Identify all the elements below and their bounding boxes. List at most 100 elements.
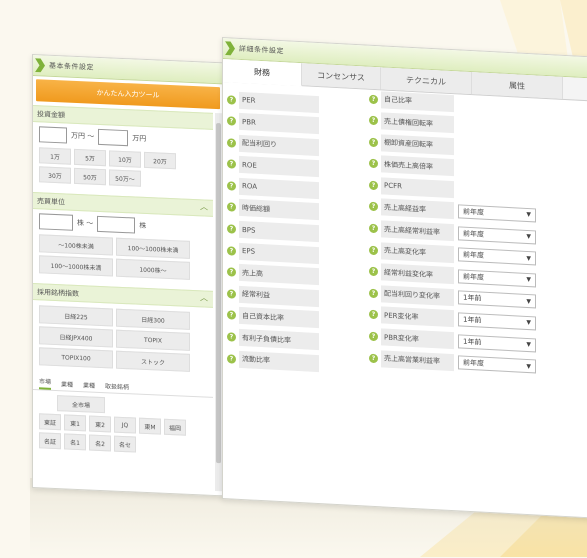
market-chip[interactable]: 東証 <box>39 413 61 431</box>
tab-handled[interactable]: 取扱銘柄 <box>105 381 129 393</box>
help-icon[interactable]: ? <box>369 245 378 255</box>
help-icon[interactable]: ? <box>227 159 236 170</box>
condition-label[interactable]: 配当利回り <box>239 134 319 156</box>
period-select[interactable]: 前年度 ▼ <box>458 225 536 245</box>
condition-label[interactable]: 時価総額 <box>239 199 319 221</box>
period-select[interactable]: 1年前 ▼ <box>458 312 536 331</box>
help-icon[interactable]: ? <box>227 202 236 213</box>
help-icon[interactable]: ? <box>369 353 378 363</box>
condition-item[interactable]: ? 売上高 <box>227 263 319 286</box>
condition-label[interactable]: 株価売上高倍率 <box>381 155 454 177</box>
help-icon[interactable]: ? <box>227 181 236 191</box>
period-select[interactable]: 1年前 ▼ <box>458 290 536 309</box>
condition-label[interactable]: 流動比率 <box>239 350 319 372</box>
condition-item[interactable]: ? 自己資本比率 <box>227 306 319 329</box>
help-icon[interactable]: ? <box>227 289 236 299</box>
index-chip[interactable]: 日経JPX400 <box>39 326 113 348</box>
tab-industry[interactable]: 業種 <box>61 379 73 391</box>
market-chip[interactable]: 名セ <box>114 435 136 453</box>
help-icon[interactable]: ? <box>227 353 236 364</box>
unit-min-input[interactable] <box>39 213 73 231</box>
index-chip[interactable]: TOPIX100 <box>39 347 113 369</box>
unit-max-input[interactable] <box>97 215 136 234</box>
help-icon[interactable]: ? <box>369 137 378 147</box>
help-icon[interactable]: ? <box>227 94 236 105</box>
condition-label[interactable]: 売上高経常利益率 <box>381 220 454 242</box>
condition-label[interactable]: 売上債権回転率 <box>381 112 454 134</box>
condition-item[interactable]: ? 時価総額 <box>227 198 319 221</box>
market-chip[interactable]: 福岡 <box>164 418 186 436</box>
market-chip[interactable]: 東2 <box>89 415 111 433</box>
condition-label[interactable]: 売上高変化率 <box>381 241 454 263</box>
help-icon[interactable]: ? <box>369 115 378 126</box>
condition-item[interactable]: ? ROE <box>227 155 319 178</box>
condition-label[interactable]: PER <box>239 91 319 113</box>
period-select[interactable]: 前年度 ▼ <box>458 355 536 374</box>
help-icon[interactable]: ? <box>369 266 378 277</box>
amount-chip[interactable]: 1万 <box>39 147 71 165</box>
condition-item[interactable]: ? 有利子負債比率 <box>227 328 319 351</box>
tab-industry-2[interactable]: 業種 <box>83 380 95 392</box>
help-icon[interactable]: ? <box>227 137 236 148</box>
help-icon[interactable]: ? <box>369 331 378 342</box>
condition-label[interactable]: 配当利回り変化率 <box>381 285 454 307</box>
help-icon[interactable]: ? <box>369 94 378 104</box>
condition-item[interactable]: ? 配当利回り <box>227 133 319 156</box>
condition-label[interactable]: PBR変化率 <box>381 328 454 350</box>
help-icon[interactable]: ? <box>227 267 236 277</box>
tab-market[interactable]: 市場 <box>39 376 52 390</box>
index-chip[interactable]: 日経225 <box>39 305 113 327</box>
condition-label[interactable]: PCFR <box>381 177 454 199</box>
market-chip[interactable]: 名1 <box>64 433 86 451</box>
unit-chip[interactable]: 100～1000株未満 <box>116 237 190 259</box>
index-chip[interactable]: 日経300 <box>116 308 190 330</box>
condition-label[interactable]: EPS <box>239 242 319 264</box>
amount-chip[interactable]: 10万 <box>109 150 141 168</box>
period-select[interactable]: 前年度 ▼ <box>458 269 536 288</box>
condition-label[interactable]: 経常利益 <box>239 285 319 307</box>
help-icon[interactable]: ? <box>227 224 236 234</box>
scrollbar[interactable] <box>215 112 222 492</box>
amount-chip[interactable]: 50万～ <box>109 169 141 187</box>
collapse-icon[interactable]: ︿ <box>199 202 209 212</box>
amount-chip[interactable]: 20万 <box>144 151 176 170</box>
tab-financial[interactable]: 財務 <box>223 59 302 87</box>
period-select[interactable]: 1年前 ▼ <box>458 333 536 352</box>
help-icon[interactable]: ? <box>227 310 236 321</box>
condition-label[interactable]: 有利子負債比率 <box>239 328 319 351</box>
index-chip[interactable]: ストック <box>116 350 190 372</box>
help-icon[interactable]: ? <box>369 288 378 299</box>
condition-label[interactable]: 自己資本比率 <box>239 307 319 329</box>
condition-label[interactable]: 自己比率 <box>381 90 454 112</box>
period-select[interactable]: 前年度 ▼ <box>458 204 536 223</box>
condition-item[interactable]: ? 経常利益 <box>227 285 319 308</box>
help-icon[interactable]: ? <box>369 223 378 234</box>
help-icon[interactable]: ? <box>227 332 236 342</box>
help-icon[interactable]: ? <box>369 310 378 320</box>
amount-min-input[interactable] <box>39 126 67 144</box>
amount-chip[interactable]: 5万 <box>74 148 106 167</box>
condition-item[interactable]: ? PER <box>227 90 319 113</box>
condition-label[interactable]: PER変化率 <box>381 306 454 328</box>
condition-item[interactable]: ? PBR <box>227 112 319 135</box>
amount-max-input[interactable] <box>98 128 129 147</box>
condition-label[interactable]: PBR <box>239 112 319 135</box>
scrollbar-thumb[interactable] <box>216 123 221 464</box>
unit-chip[interactable]: 1000株～ <box>116 258 190 280</box>
unit-chip[interactable]: 100～1000株未満 <box>39 255 113 277</box>
condition-item[interactable]: ? BPS <box>227 220 319 243</box>
market-chip[interactable]: 名2 <box>89 434 111 452</box>
condition-label[interactable]: 経常利益変化率 <box>381 263 454 285</box>
condition-label[interactable]: ROA <box>239 177 319 199</box>
condition-item[interactable]: ? ROA <box>227 177 319 200</box>
index-chip[interactable]: TOPIX <box>116 329 190 351</box>
condition-label[interactable]: 売上高営業利益率 <box>381 349 454 371</box>
help-icon[interactable]: ? <box>227 245 236 256</box>
market-chip[interactable]: 東1 <box>64 414 86 432</box>
unit-chip[interactable]: ～100株未満 <box>39 234 113 256</box>
condition-label[interactable]: BPS <box>239 220 319 243</box>
market-chip[interactable]: JQ <box>114 416 136 434</box>
market-chip[interactable]: 名証 <box>39 432 61 450</box>
condition-item[interactable]: ? 流動比率 <box>227 349 319 372</box>
condition-label[interactable]: ROE <box>239 156 319 178</box>
